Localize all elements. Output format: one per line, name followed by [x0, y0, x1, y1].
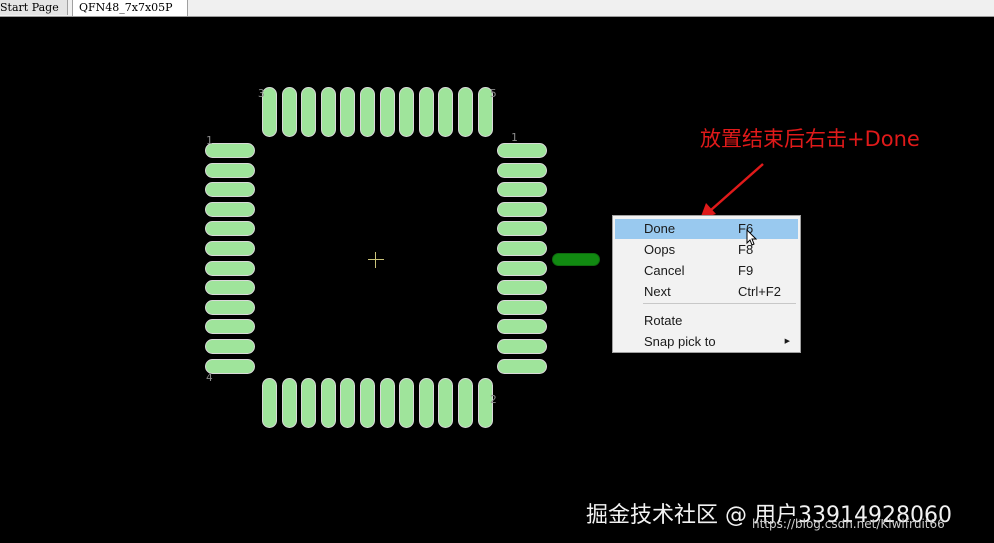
pcb-design-canvas[interactable]: 3 5 1 1 2 4 放置结束后右击+Done Done F6 Oops F8…: [0, 17, 994, 543]
pad-bottom: [320, 378, 336, 428]
annotation-arrow-icon: [700, 163, 764, 219]
pad-right: [497, 162, 547, 178]
pad-right: [497, 339, 547, 354]
watermark-url: https://blog.csdn.net/Kiwifruit66: [752, 517, 945, 531]
pad-right: [497, 299, 547, 315]
menu-item-done[interactable]: Done F6: [615, 219, 798, 239]
pad-right: [497, 221, 547, 237]
pad-bottom: [399, 378, 415, 428]
pad-right: [497, 182, 547, 198]
pad-left: [205, 162, 255, 178]
menu-item-snap-pick-to[interactable]: Snap pick to ▶: [615, 332, 798, 352]
pad-left: [205, 299, 255, 315]
menu-item-shortcut: Ctrl+F2: [738, 284, 781, 299]
menu-item-label: Cancel: [644, 263, 685, 278]
pad-top: [438, 87, 454, 137]
pad-top: [320, 87, 336, 137]
pad-left: [205, 260, 255, 276]
context-menu: Done F6 Oops F8 Cancel F9 Next Ctrl+F2 R…: [612, 215, 801, 353]
pin-label-top-right: 5: [490, 87, 497, 100]
pad-right: [497, 280, 547, 296]
pin-label-left-bottom: 4: [206, 371, 213, 384]
placing-pad[interactable]: [552, 253, 600, 266]
pad-bottom: [301, 378, 317, 428]
pad-right: [497, 143, 547, 158]
menu-separator: [643, 303, 796, 304]
pad-top: [340, 87, 356, 137]
pad-left: [205, 319, 255, 335]
pad-bottom: [262, 378, 277, 428]
pad-left: [205, 280, 255, 296]
pad-top: [281, 87, 297, 137]
annotation-text: 放置结束后右击+Done: [700, 127, 920, 151]
menu-item-next[interactable]: Next Ctrl+F2: [615, 282, 798, 302]
pad-bottom: [379, 378, 395, 428]
pad-right: [497, 241, 547, 256]
pin-label-left-top: 1: [206, 134, 213, 147]
pin-label-right-top: 1: [511, 131, 518, 144]
menu-item-label: Next: [644, 284, 671, 299]
pin-label-bottom-right: 2: [490, 393, 497, 406]
menu-item-shortcut: F9: [738, 263, 754, 278]
tab-start-page[interactable]: Start Page: [0, 0, 68, 15]
menu-item-cancel[interactable]: Cancel F9: [615, 261, 798, 281]
menu-item-rotate[interactable]: Rotate: [615, 311, 798, 331]
submenu-arrow-icon: ▶: [784, 338, 790, 345]
pad-top: [418, 87, 434, 137]
pad-left: [205, 182, 255, 198]
pad-bottom: [458, 378, 473, 428]
pad-bottom: [438, 378, 454, 428]
pad-left: [205, 221, 255, 237]
pad-left: [205, 339, 255, 354]
pad-right: [497, 201, 547, 217]
pad-top: [360, 87, 375, 137]
menu-item-oops[interactable]: Oops F8: [615, 240, 798, 260]
pad-right: [497, 260, 547, 276]
tab-qfn48-footprint[interactable]: QFN48_7x7x05P: [72, 0, 188, 16]
menu-item-label: Rotate: [644, 313, 683, 328]
pad-left: [205, 201, 255, 217]
pad-bottom: [418, 378, 434, 428]
pad-bottom: [340, 378, 356, 428]
pad-left: [205, 241, 255, 256]
pad-bottom: [360, 378, 375, 428]
pad-top: [458, 87, 473, 137]
pad-top: [301, 87, 317, 137]
menu-item-label: Done: [644, 221, 676, 236]
menu-item-label: Oops: [644, 242, 676, 257]
pad-right: [497, 358, 547, 374]
menu-item-label: Snap pick to: [644, 334, 716, 349]
origin-crosshair: [368, 252, 384, 268]
pin-label-top-left: 3: [258, 87, 265, 100]
document-tab-bar: Start Page QFN48_7x7x05P: [0, 0, 994, 17]
mouse-pointer-icon: [746, 229, 758, 246]
pad-top: [399, 87, 415, 137]
pad-bottom: [281, 378, 297, 428]
pad-top: [379, 87, 395, 137]
pad-right: [497, 319, 547, 335]
